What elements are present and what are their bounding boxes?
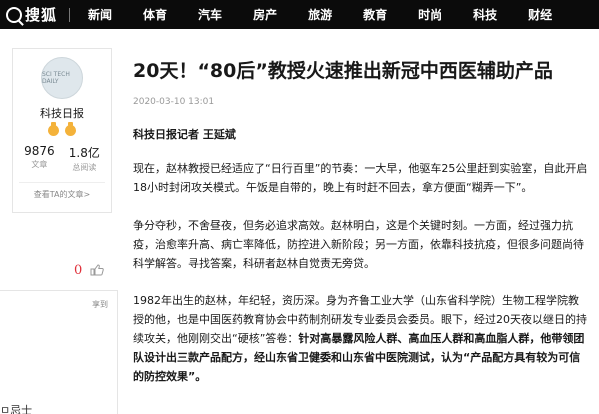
card-divider — [19, 182, 105, 183]
articles-stat: 9876 文章 — [24, 144, 55, 173]
nav-menu: 新闻 体育 汽车 房产 旅游 教育 时尚 科技 财经 — [88, 6, 583, 23]
publish-date: 2020-03-10 13:01 — [133, 97, 215, 107]
thumbs-up-icon[interactable] — [90, 264, 104, 276]
clipped-sidebar-text: ㅁ忌士 — [0, 404, 33, 414]
byline: 科技日报记者 王延斌 — [133, 128, 236, 141]
nav-item[interactable]: 旅游 — [308, 6, 332, 23]
sohu-logo[interactable]: 搜狐 — [6, 4, 71, 25]
logo-text: 搜狐 — [25, 6, 58, 24]
author-card: SCI TECH DAILY 科技日报 9876 文章 1.8亿 总阅读 查看T… — [12, 48, 112, 213]
sohu-logo-icon — [6, 6, 22, 23]
like-count: 0 — [74, 263, 83, 278]
nav-item[interactable]: 汽车 — [198, 6, 222, 23]
views-count: 1.8亿 — [68, 146, 100, 160]
medal-icon — [65, 122, 76, 136]
nav-item[interactable]: 房产 — [253, 6, 277, 23]
article: 20天！“80后”教授火速推出新冠中西医辅助产品 2020-03-10 13:0… — [133, 58, 593, 386]
avatar[interactable]: SCI TECH DAILY — [41, 57, 83, 99]
article-title: 20天！“80后”教授火速推出新冠中西医辅助产品 — [133, 60, 553, 82]
logo-divider — [69, 7, 71, 22]
nav-item[interactable]: 体育 — [143, 6, 167, 23]
share-label: 享到 — [92, 300, 108, 309]
author-stats: 9876 文章 1.8亿 总阅读 — [13, 144, 111, 173]
views-label: 总阅读 — [72, 163, 97, 172]
nav-item[interactable]: 时尚 — [418, 6, 442, 23]
nav-item[interactable]: 教育 — [363, 6, 387, 23]
nav-item[interactable]: 科技 — [473, 6, 497, 23]
avatar-text: SCI TECH DAILY — [42, 71, 70, 85]
author-name[interactable]: 科技日报 — [13, 105, 111, 121]
top-nav-bar: 搜狐 新闻 体育 汽车 房产 旅游 教育 时尚 科技 财经 — [0, 0, 599, 29]
views-stat: 1.8亿 总阅读 — [69, 144, 100, 173]
nav-item[interactable]: 新闻 — [88, 6, 112, 23]
nav-item[interactable]: 财经 — [528, 6, 552, 23]
paragraph-3: 1982年出生的赵林，年纪轻，资历深。身为齐鲁工业大学（山东省科学院）生物工程学… — [133, 291, 589, 386]
author-badges — [13, 122, 111, 136]
medal-icon — [48, 122, 59, 136]
view-all-articles-link[interactable]: 查看TA的文章> — [13, 189, 111, 200]
paragraph-2: 争分夺秒，不舍昼夜，但务必追求高效。赵林明白，这是个关键时刻。一方面，经过强力抗… — [133, 219, 584, 270]
articles-label: 文章 — [31, 160, 48, 169]
articles-count: 9876 — [24, 144, 55, 158]
paragraph-1: 现在，赵林教授已经适应了“日行百里”的节奏：一大早，他驱车25公里赶到实验室，自… — [133, 162, 588, 194]
